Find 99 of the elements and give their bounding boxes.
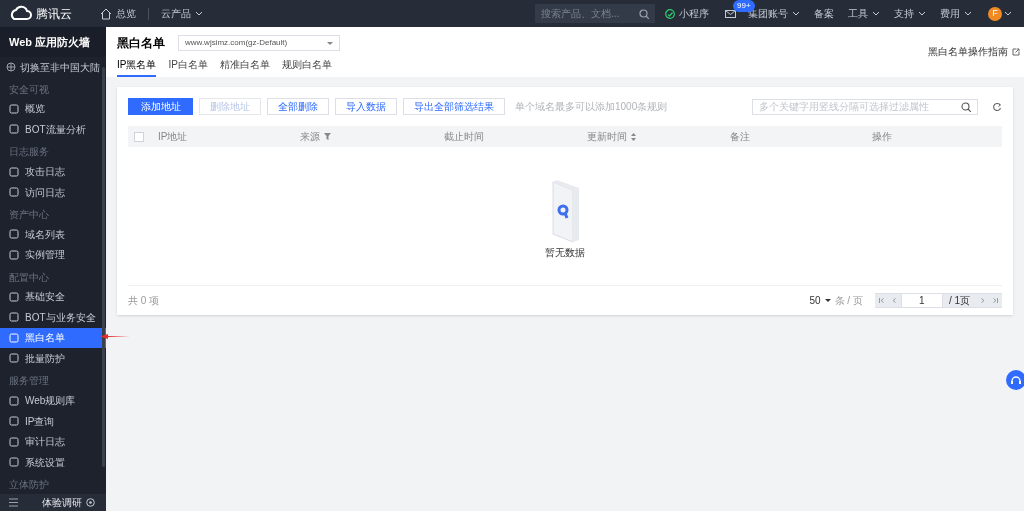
square-icon [9, 187, 19, 198]
toolbar-button[interactable]: 导入数据 [335, 98, 397, 115]
square-icon [9, 249, 19, 260]
next-page-icon [980, 298, 985, 303]
sidebar-group-label: 资产中心 [8, 208, 50, 222]
external-link-icon [1012, 47, 1020, 56]
sidebar-item[interactable]: 批量防护 [0, 348, 106, 369]
last-page-button[interactable] [989, 293, 1002, 308]
brand-name[interactable]: 腾讯云 [36, 4, 72, 23]
page-size-select[interactable]: 50 [809, 293, 831, 308]
menu-icon[interactable] [9, 498, 18, 507]
caret-icon [918, 10, 926, 17]
top-nav-link[interactable]: 费用 [940, 6, 972, 21]
square-icon [9, 103, 19, 114]
square-icon [9, 124, 19, 135]
empty-document-icon [549, 178, 581, 244]
sidebar-item[interactable]: BOT流量分析 [0, 119, 106, 140]
square-icon [9, 395, 19, 406]
top-nav-link[interactable]: 支持 [894, 6, 926, 21]
tab[interactable]: 规则白名单 [281, 57, 332, 77]
column-header: 备注 [730, 130, 750, 144]
square-icon [9, 436, 19, 447]
refresh-icon[interactable] [992, 101, 1002, 112]
sidebar-item[interactable]: 审计日志 [0, 431, 106, 452]
domain-select[interactable]: www.wjsimz.com(gz-Default) [178, 35, 340, 51]
sidebar-item[interactable]: 黑白名单 [0, 327, 106, 349]
sidebar-group-label: 立体防护 [8, 478, 50, 493]
column-header: 操作 [872, 130, 892, 144]
toolbar-button[interactable]: 全部删除 [267, 98, 329, 115]
square-icon [9, 457, 19, 468]
search-icon[interactable] [961, 101, 971, 112]
tab[interactable]: 精准白名单 [219, 57, 270, 77]
toolbar-button[interactable]: 导出全部筛选结果 [403, 98, 505, 115]
caret-icon [327, 41, 333, 45]
check-circle-icon[interactable] [665, 8, 675, 19]
sidebar-group-label: 服务管理 [8, 374, 50, 389]
square-icon [9, 332, 19, 343]
top-nav-link[interactable]: 备案 [814, 6, 834, 21]
caret-icon [872, 10, 880, 17]
headset-icon [1010, 374, 1022, 386]
toolbar-button[interactable]: 添加地址 [128, 98, 193, 115]
tab[interactable]: IP黑名单 [117, 57, 157, 77]
tab[interactable]: IP白名单 [168, 57, 208, 77]
home-icon[interactable] [100, 7, 112, 20]
products-menu[interactable]: 云产品 [161, 6, 203, 21]
column-header: 截止时间 [444, 130, 484, 144]
mini-program-link[interactable]: 小程序 [679, 6, 709, 21]
sidebar-group-label: 安全可视 [8, 82, 50, 97]
sidebar-item[interactable]: 域名列表 [0, 224, 106, 245]
top-nav-link[interactable]: 工具 [848, 6, 880, 21]
target-icon [86, 498, 95, 507]
switch-region-link[interactable]: 切换至非中国大陆 [0, 57, 106, 77]
globe-icon [6, 62, 16, 73]
caret-icon[interactable] [1004, 10, 1012, 17]
square-icon [9, 416, 19, 427]
sidebar-title: Web 应用防火墙 [0, 27, 106, 58]
square-icon [9, 353, 19, 364]
per-page-label: 条 / 页 [834, 294, 863, 308]
page-title: 黑白名单 [117, 35, 165, 52]
caret-icon [824, 299, 831, 302]
sidebar-group-label: 配置中心 [8, 270, 50, 285]
first-page-icon [878, 298, 884, 303]
caret-icon [964, 10, 972, 17]
select-all-checkbox[interactable] [134, 131, 144, 142]
column-header: 更新时间 [587, 130, 627, 144]
square-icon [9, 291, 19, 302]
sidebar-item[interactable]: 访问日志 [0, 181, 106, 203]
guide-link[interactable]: 黑白名单操作指南 [928, 44, 1008, 59]
last-page-icon [993, 298, 998, 303]
sidebar-item[interactable]: Web规则库 [0, 390, 106, 411]
square-icon [9, 229, 19, 240]
sidebar-item[interactable]: 系统设置 [0, 451, 106, 473]
sidebar-item[interactable]: IP查询 [0, 410, 106, 432]
sidebar-item[interactable]: 概览 [0, 98, 106, 120]
total-count: 共 0 项 [128, 294, 160, 308]
caret-icon [195, 10, 203, 17]
square-icon [9, 312, 19, 323]
sort-icon[interactable] [631, 132, 636, 141]
square-icon [9, 166, 19, 177]
previous-page-icon [891, 298, 897, 303]
mail-icon[interactable] [725, 9, 736, 18]
sidebar-item[interactable]: 基础安全 [0, 286, 106, 308]
first-page-button[interactable] [874, 293, 888, 308]
sidebar-group-label: 日志服务 [8, 145, 50, 160]
filter-icon[interactable] [324, 133, 331, 140]
page-total: / 1页 [942, 293, 976, 308]
help-button[interactable] [1006, 370, 1024, 390]
cloud-logo-icon[interactable] [8, 4, 32, 23]
column-header: 来源 [300, 130, 320, 144]
sidebar-item[interactable]: 实例管理 [0, 244, 106, 265]
hint-text: 单个域名最多可以添加1000条规则 [515, 100, 668, 114]
empty-state-text: 暂无数据 [545, 246, 585, 260]
caret-icon [792, 10, 800, 17]
sidebar-item[interactable]: BOT与业务安全 [0, 307, 106, 328]
search-icon[interactable] [639, 8, 649, 19]
home-link[interactable]: 总览 [116, 6, 136, 21]
column-header: IP地址 [158, 130, 188, 144]
sidebar-item[interactable]: 攻击日志 [0, 161, 106, 182]
page-input[interactable]: 1 [900, 293, 943, 308]
